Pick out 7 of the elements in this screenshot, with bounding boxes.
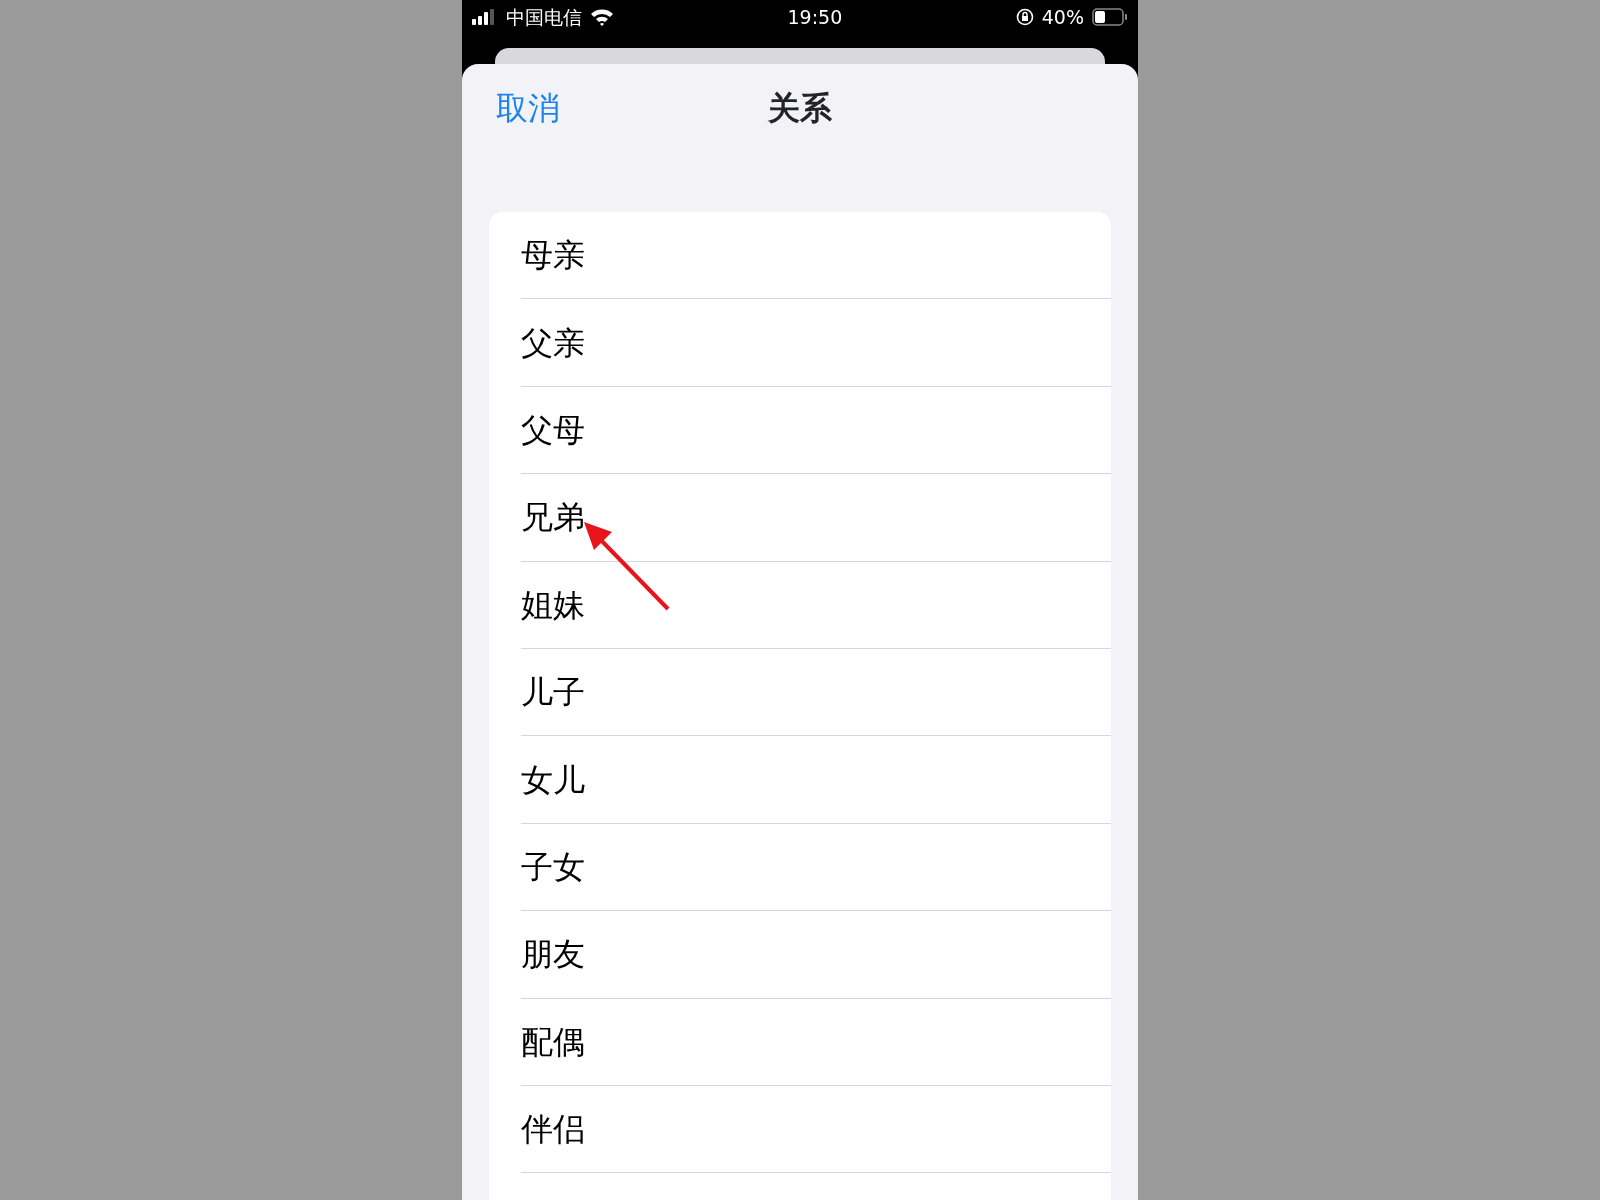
- carrier-name: 中国电信: [506, 4, 582, 30]
- sheet-title: 关系: [768, 88, 832, 129]
- rotation-lock-icon: [1015, 8, 1034, 26]
- wifi-icon: [590, 8, 614, 26]
- battery-percent: 40%: [1041, 4, 1084, 30]
- status-time: 19:50: [787, 4, 843, 30]
- battery-icon: [1092, 8, 1128, 26]
